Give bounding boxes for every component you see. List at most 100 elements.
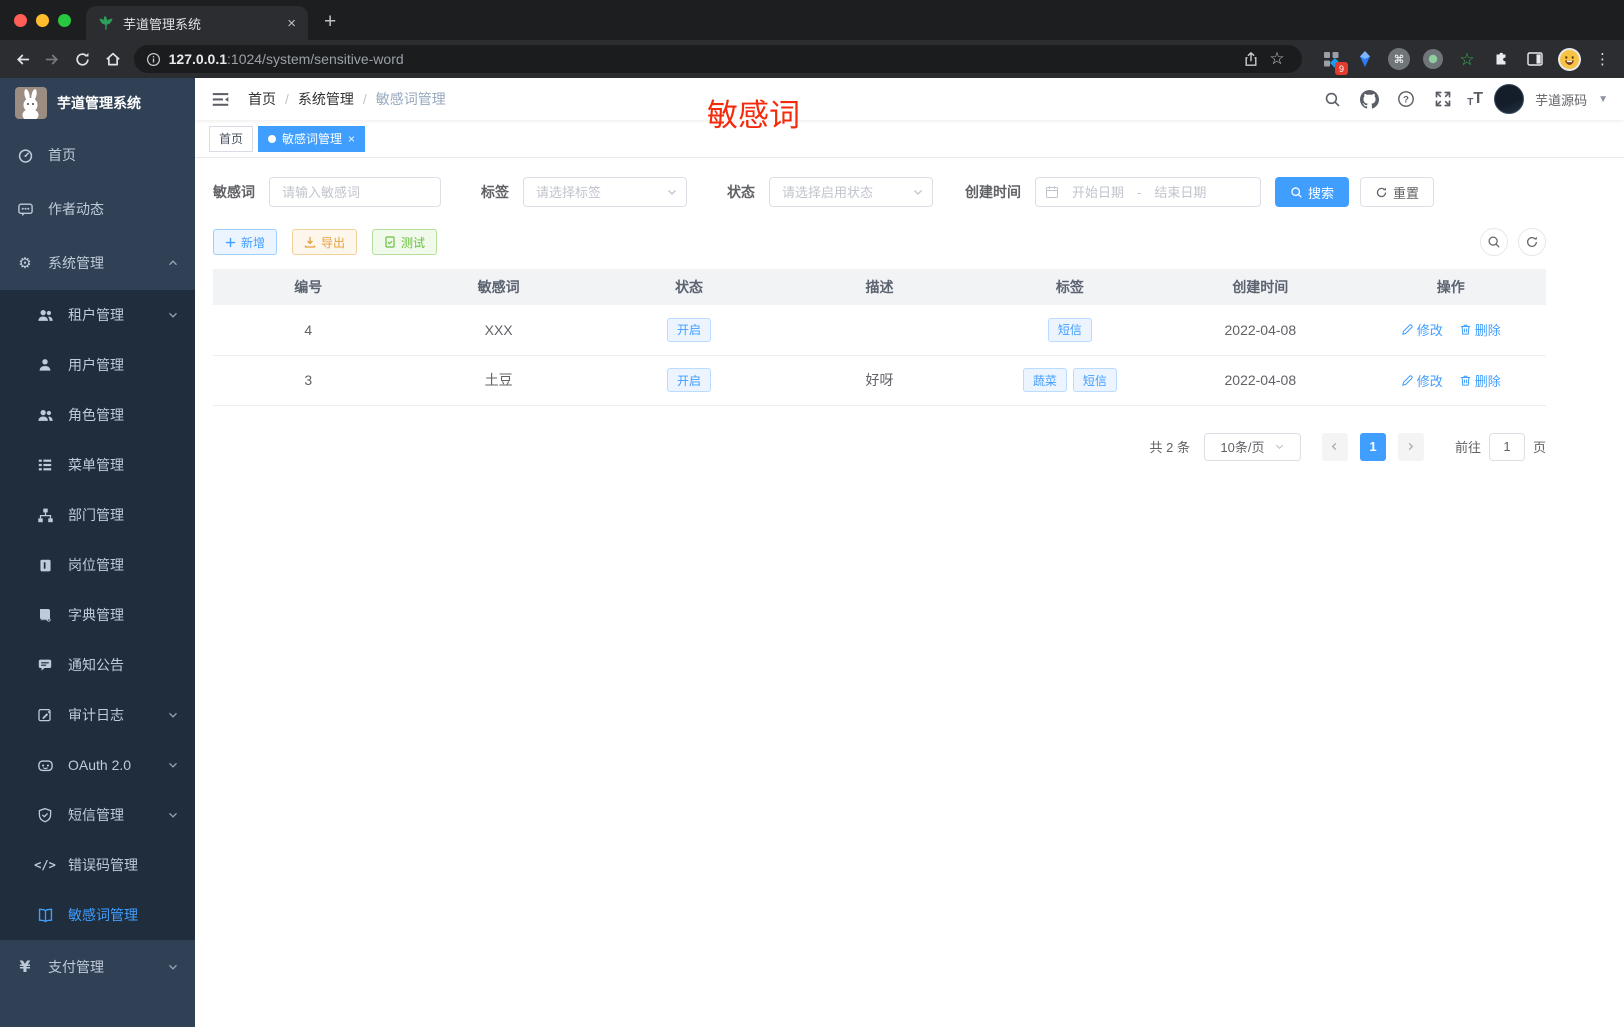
- date-range-picker[interactable]: -: [1035, 177, 1261, 207]
- sidebar-item-dashboard[interactable]: 首页: [0, 128, 195, 182]
- browser-menu-icon[interactable]: ⋮: [1590, 46, 1616, 72]
- side-panel-icon[interactable]: [1522, 46, 1548, 72]
- status-tag: 开启: [667, 368, 712, 392]
- zoom-window-button[interactable]: [58, 14, 71, 27]
- table-toolbar: 新增 导出 测试: [213, 228, 1546, 256]
- share-icon[interactable]: [1238, 46, 1264, 72]
- filter-form: 敏感词 标签 状态: [213, 177, 1546, 207]
- sidebar-item-dept[interactable]: 部门管理: [0, 490, 195, 540]
- menu-tree-icon: [36, 457, 54, 473]
- delete-link[interactable]: 删除: [1459, 371, 1501, 390]
- back-icon[interactable]: [8, 44, 38, 74]
- extension-funnel-icon[interactable]: [1352, 46, 1378, 72]
- page-size-select[interactable]: 10条/页: [1203, 432, 1301, 461]
- start-date-input[interactable]: [1066, 184, 1130, 200]
- profile-avatar-icon[interactable]: [1556, 46, 1582, 72]
- edit-link[interactable]: 修改: [1401, 371, 1443, 390]
- errcode-icon: </>: [34, 858, 56, 872]
- forward-icon[interactable]: [38, 44, 68, 74]
- browser-tab[interactable]: 芋道管理系统 ×: [86, 6, 308, 40]
- extension-star-icon[interactable]: ☆: [1454, 46, 1480, 72]
- col-ops: 操作: [1355, 269, 1546, 305]
- page-unit: 页: [1532, 440, 1546, 455]
- breadcrumb-home[interactable]: 首页: [248, 89, 276, 109]
- tag-close-icon[interactable]: ×: [348, 132, 355, 146]
- reset-button[interactable]: 重置: [1360, 177, 1435, 207]
- chevron-up-icon: [167, 257, 179, 269]
- header-search-icon[interactable]: [1319, 86, 1345, 112]
- app-logo[interactable]: 芋道管理系统: [0, 78, 195, 128]
- help-icon[interactable]: ?: [1393, 86, 1419, 112]
- favicon-plant-icon: [99, 15, 113, 30]
- cell-ops: 修改 删除: [1355, 305, 1546, 356]
- browser-toolbar: 127.0.0.1:1024/system/sensitive-word ☆ 9…: [0, 40, 1624, 78]
- cell-tags: 蔬菜 短信: [974, 355, 1166, 406]
- close-window-button[interactable]: [14, 14, 27, 27]
- tag-sensitive-word[interactable]: 敏感词管理 ×: [258, 125, 366, 152]
- sidebar-item-user[interactable]: 用户管理: [0, 340, 195, 390]
- add-button[interactable]: 新增: [213, 229, 278, 255]
- github-icon[interactable]: [1356, 86, 1382, 112]
- cell-desc: 好呀: [784, 355, 975, 406]
- keyword-input[interactable]: [269, 177, 441, 207]
- cell-word: XXX: [403, 305, 594, 356]
- user-icon: [36, 357, 54, 373]
- tags-view-bar: 首页 敏感词管理 ×: [195, 120, 1624, 158]
- chevron-down-icon[interactable]: ▼: [1598, 94, 1608, 105]
- sidebar-item-role[interactable]: 角色管理: [0, 390, 195, 440]
- minimize-window-button[interactable]: [36, 14, 49, 27]
- font-size-icon[interactable]: TT: [1467, 90, 1483, 108]
- extension-record-icon[interactable]: [1420, 46, 1446, 72]
- refresh-icon: [1376, 187, 1387, 197]
- sidebar-item-dict[interactable]: 字典管理: [0, 590, 195, 640]
- new-tab-button[interactable]: +: [324, 11, 336, 32]
- site-info-icon[interactable]: [146, 52, 161, 67]
- status-select[interactable]: [769, 177, 933, 207]
- sidebar-item-audit[interactable]: 审计日志: [0, 690, 195, 740]
- url-bar[interactable]: 127.0.0.1:1024/system/sensitive-word ☆: [133, 45, 1302, 73]
- puzzle-extensions-icon[interactable]: [1488, 46, 1514, 72]
- breadcrumb-system[interactable]: 系统管理: [298, 89, 354, 109]
- status-tag: 开启: [667, 317, 712, 342]
- sidebar-item-post[interactable]: 岗位管理: [0, 540, 195, 590]
- extension-command-icon[interactable]: ⌘: [1386, 46, 1412, 72]
- sidebar-item-sms-shield[interactable]: 短信管理: [0, 790, 195, 840]
- end-date-input[interactable]: [1148, 184, 1213, 200]
- sidebar-item-chat[interactable]: 作者动态: [0, 182, 195, 236]
- bookmark-star-icon[interactable]: ☆: [1264, 46, 1290, 72]
- edit-link[interactable]: 修改: [1401, 320, 1443, 339]
- sidebar-item-oauth[interactable]: OAuth 2.0: [0, 740, 195, 790]
- extension-badge: 9: [1335, 62, 1348, 75]
- tab-close-icon[interactable]: ×: [287, 15, 296, 32]
- prev-page-button[interactable]: [1321, 432, 1348, 461]
- user-avatar[interactable]: [1494, 84, 1525, 114]
- search-button[interactable]: 搜索: [1275, 177, 1350, 207]
- refresh-table-icon[interactable]: [1518, 228, 1546, 256]
- fullscreen-icon[interactable]: [1430, 86, 1456, 112]
- next-page-button[interactable]: [1397, 432, 1424, 461]
- user-name[interactable]: 芋道源码: [1535, 90, 1587, 109]
- sidebar-item-errcode[interactable]: </> 错误码管理: [0, 840, 195, 890]
- cell-ops: 修改 删除: [1355, 355, 1546, 406]
- sidebar-item-notice[interactable]: 通知公告: [0, 640, 195, 690]
- collapse-menu-icon[interactable]: [211, 90, 230, 109]
- test-button[interactable]: 测试: [372, 229, 438, 255]
- tag-home[interactable]: 首页: [209, 125, 254, 152]
- sidebar-item-open-book[interactable]: 敏感词管理: [0, 890, 195, 940]
- sidebar-item-pay[interactable]: ¥ 支付管理: [0, 940, 195, 994]
- breadcrumb-current: 敏感词管理: [375, 91, 446, 107]
- download-icon: [304, 237, 316, 248]
- sidebar-item-gear[interactable]: ⚙ 系统管理: [0, 236, 195, 290]
- home-icon[interactable]: [98, 44, 128, 74]
- export-button[interactable]: 导出: [292, 229, 358, 255]
- show-search-icon[interactable]: [1480, 228, 1508, 256]
- reload-icon[interactable]: [68, 44, 98, 74]
- col-tags: 标签: [974, 269, 1166, 305]
- page-number-1[interactable]: 1: [1359, 432, 1386, 461]
- extension-grid-icon[interactable]: 9: [1318, 46, 1348, 75]
- sidebar-item-menu-tree[interactable]: 菜单管理: [0, 440, 195, 490]
- delete-link[interactable]: 删除: [1459, 320, 1501, 339]
- goto-page-input[interactable]: [1488, 432, 1525, 461]
- sidebar-item-tenant[interactable]: 租户管理: [0, 290, 195, 340]
- tag-select[interactable]: [523, 177, 687, 207]
